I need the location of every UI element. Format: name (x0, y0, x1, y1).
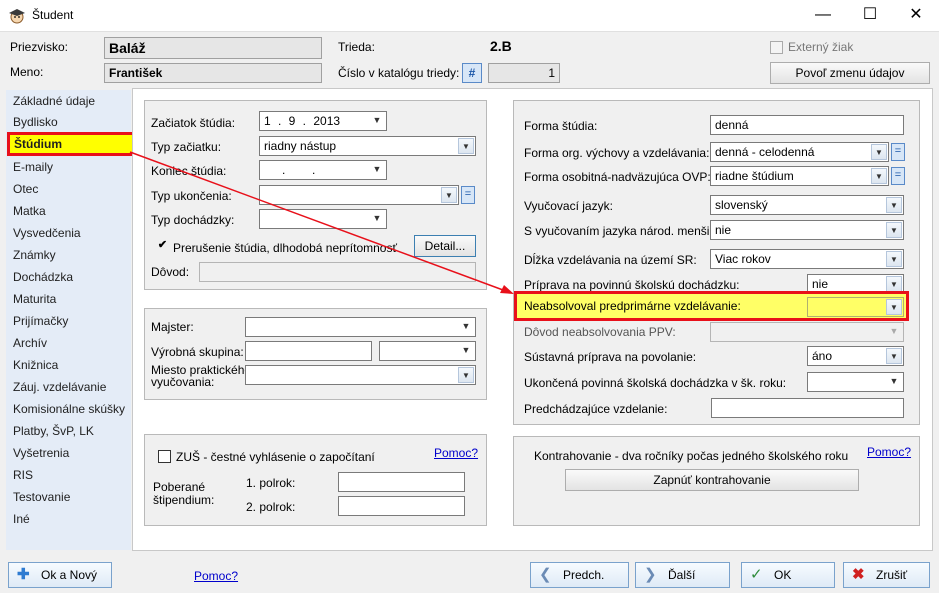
chevron-left-icon: ❮ (539, 566, 552, 583)
predch-button[interactable]: ❮ Predch. (530, 562, 629, 588)
dalsi-label: Ďalší (668, 568, 696, 582)
predch-label: Predch. (563, 568, 605, 582)
x-icon: ✖ (852, 566, 865, 583)
dalsi-button[interactable]: ❯ Ďalší (635, 562, 730, 588)
check-icon: ✓ (750, 566, 763, 583)
ok-label: OK (774, 568, 792, 582)
chevron-right-icon: ❯ (644, 566, 657, 583)
ok-a-novy-label: Ok a Nový (41, 568, 98, 582)
plus-icon: ✚ (17, 566, 30, 583)
zrusit-button[interactable]: ✖ Zrušiť (843, 562, 930, 588)
ok-a-novy-button[interactable]: ✚ Ok a Nový (8, 562, 112, 588)
zrusit-label: Zrušiť (876, 568, 908, 582)
ok-button[interactable]: ✓ OK (741, 562, 835, 588)
annotation-arrow (129, 151, 514, 294)
footer-pomoc-link[interactable]: Pomoc? (194, 569, 238, 583)
